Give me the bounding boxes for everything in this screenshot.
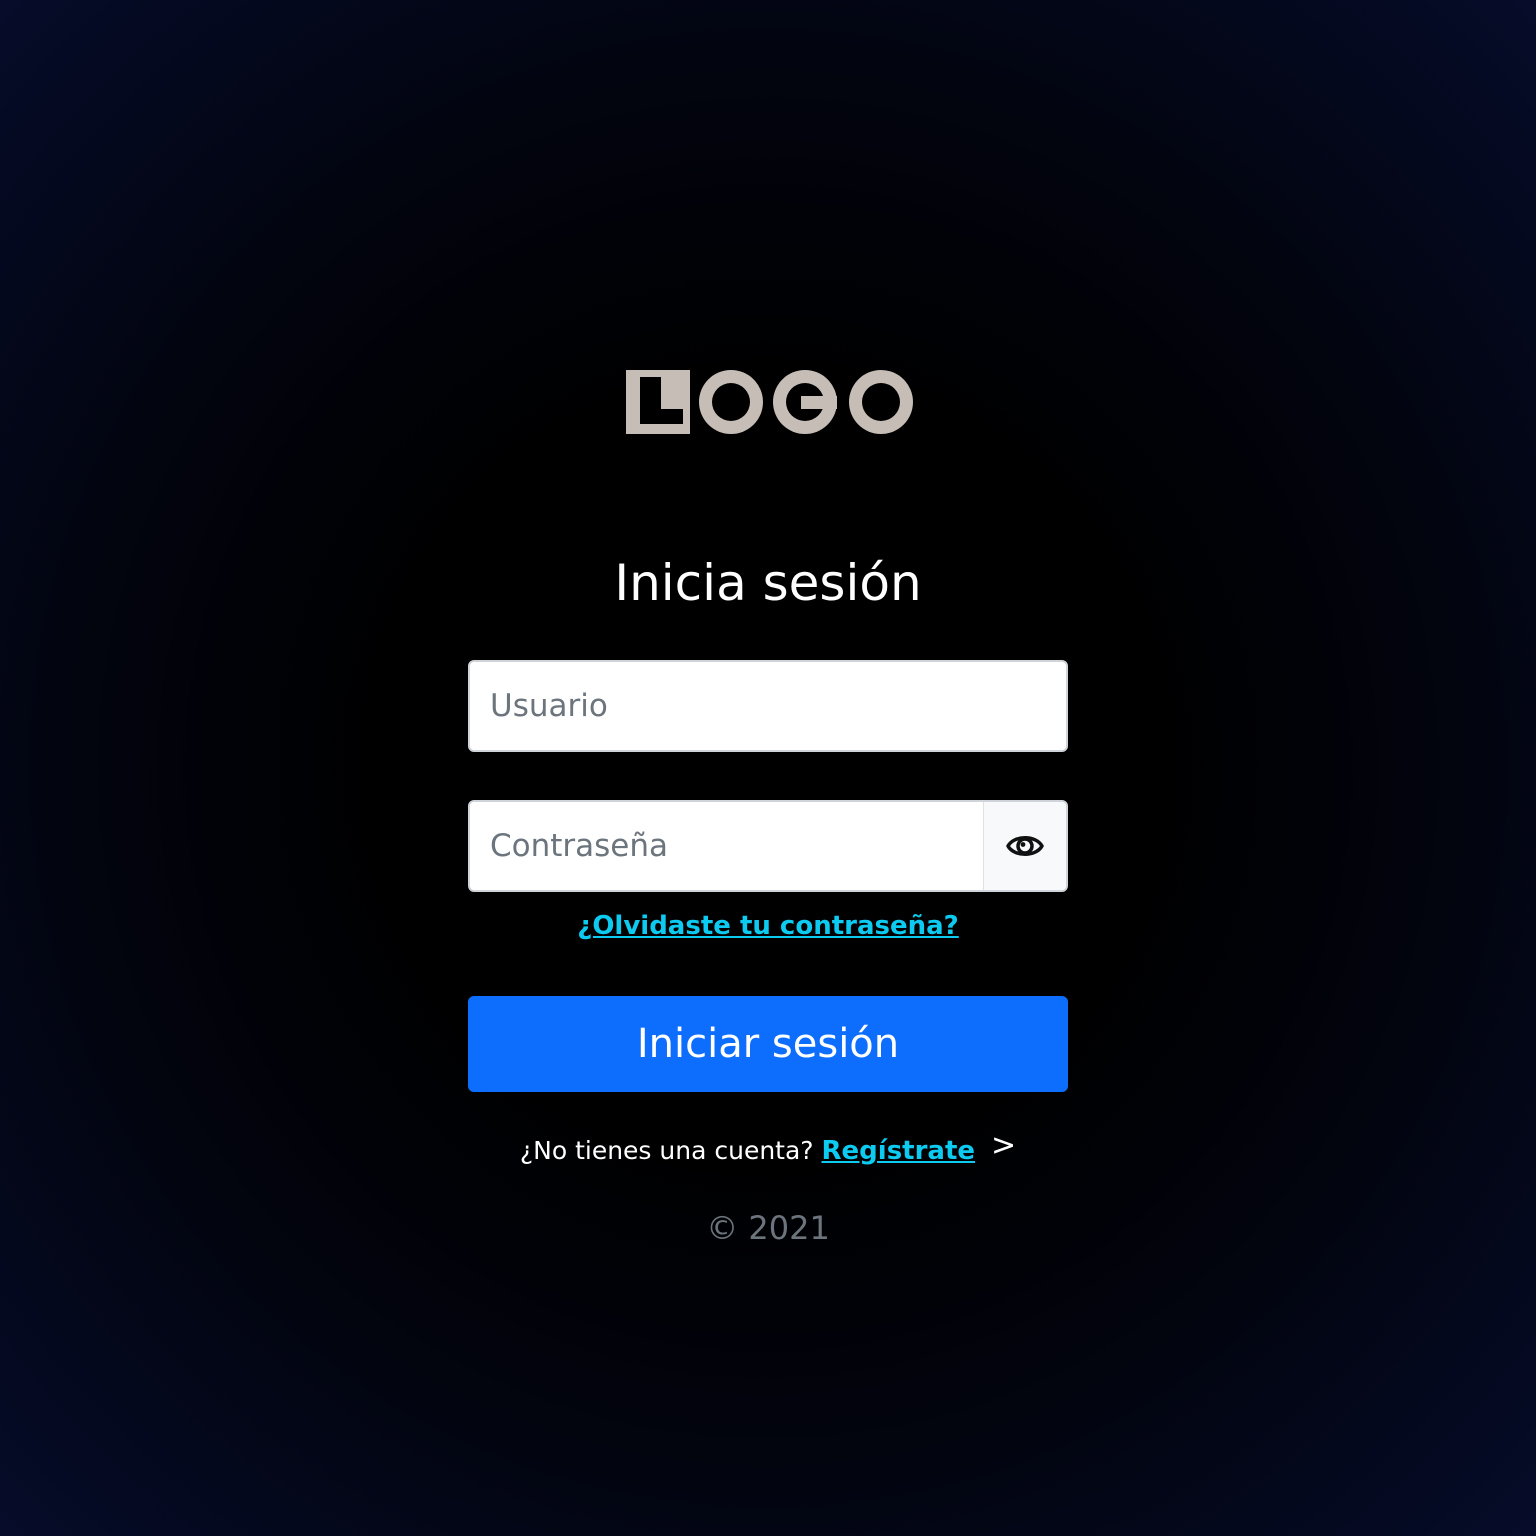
register-prompt: ¿No tienes una cuenta? (519, 1136, 814, 1165)
eye-icon (1006, 836, 1044, 856)
chevron-right-icon: > (990, 1128, 1017, 1163)
password-field[interactable] (468, 800, 1068, 892)
username-field[interactable] (468, 660, 1068, 752)
logo (626, 370, 913, 434)
register-link[interactable]: Regístrate (822, 1136, 976, 1166)
username-input[interactable] (470, 662, 1066, 750)
forgot-password-row: ¿Olvidaste tu contraseña? (0, 906, 1536, 946)
forgot-password-link[interactable]: ¿Olvidaste tu contraseña? (577, 911, 959, 941)
copyright: © 2021 (706, 1209, 830, 1247)
page-title: Inicia sesión (614, 554, 922, 612)
password-input[interactable] (470, 802, 983, 890)
toggle-password-visibility-button[interactable] (983, 802, 1066, 890)
register-row: ¿No tienes una cuenta? Regístrate > (0, 1128, 1536, 1173)
login-button[interactable]: Iniciar sesión (468, 996, 1068, 1092)
